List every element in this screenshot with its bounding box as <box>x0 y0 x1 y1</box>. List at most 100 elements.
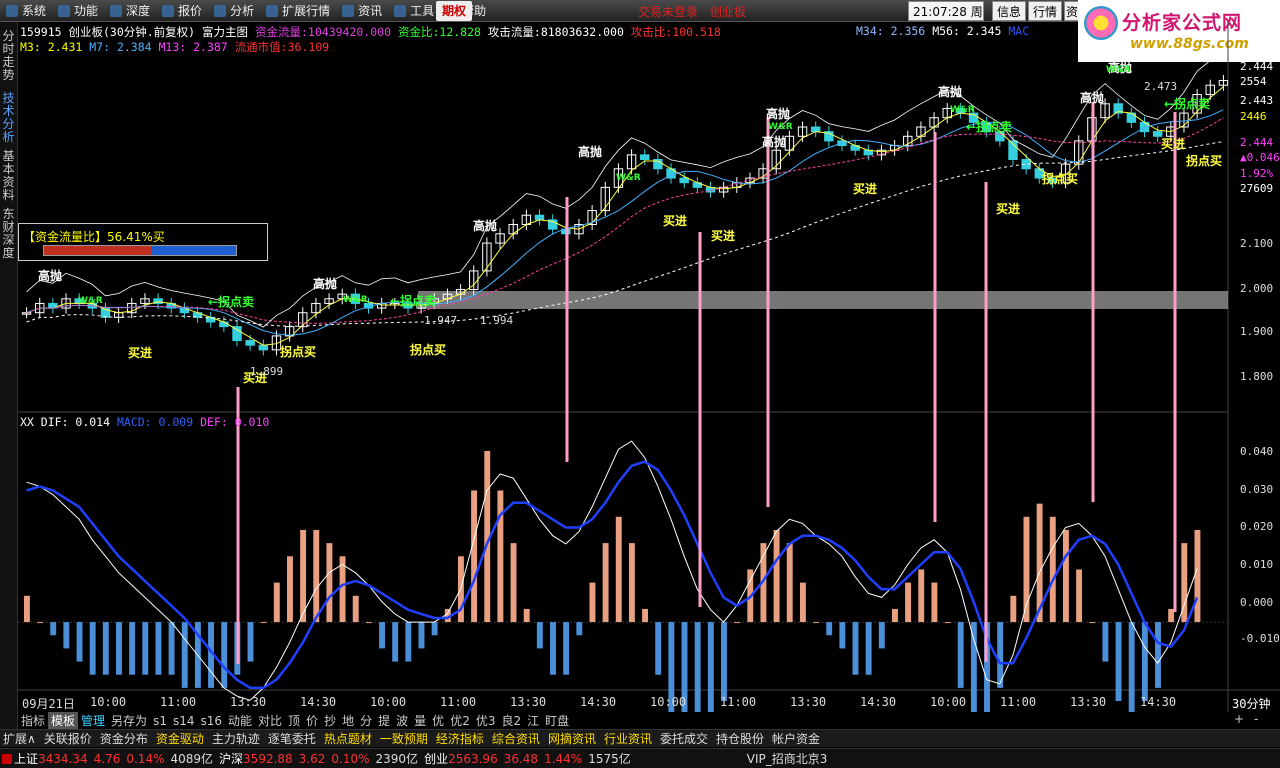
hs-label[interactable]: 沪深 <box>219 750 243 767</box>
zoom-in-button[interactable]: + <box>1234 712 1244 726</box>
trade-login-link[interactable]: 交易未登录 <box>638 3 698 20</box>
time-axis-tick: 10:00 <box>370 695 407 709</box>
indicator-tab-22[interactable]: 盯盘 <box>542 712 572 729</box>
gem-board-link[interactable]: 创业板 <box>710 3 746 20</box>
macd-histogram-bar <box>786 543 793 623</box>
macd-histogram-bar <box>313 529 320 623</box>
tab-deep[interactable]: 东财深度 <box>1 208 16 260</box>
indicator-tab-2[interactable]: 管理 <box>78 712 108 729</box>
indicator-tab-8[interactable]: 对比 <box>255 712 285 729</box>
time-axis-tick: 14:30 <box>300 695 337 709</box>
indicator-tab-0[interactable]: 指标 <box>18 712 48 729</box>
wr-label: W&R <box>616 173 641 183</box>
tab-fundamental[interactable]: 基本资料 <box>1 150 16 202</box>
indicator-tab-17[interactable]: 优 <box>429 712 447 729</box>
price-chart[interactable]: 高抛高抛高抛高抛高抛高抛高抛 高抛高抛买进买进买进买进买进买进买进←拐点卖 ←拐点卖… <box>18 22 1280 712</box>
indicator-tab-7[interactable]: 动能 <box>225 712 255 729</box>
function-tab-1[interactable]: 关联报价 <box>41 730 97 747</box>
menu-item-2[interactable]: 深度 <box>104 0 156 22</box>
menu-item-0[interactable]: 系统 <box>0 0 52 22</box>
options-button[interactable]: 期权 <box>436 1 472 21</box>
function-tab-13[interactable]: 持仓股份 <box>713 730 769 747</box>
function-tab-6[interactable]: 热点题材 <box>321 730 377 747</box>
menu-item-4[interactable]: 分析 <box>208 0 260 22</box>
quote-button[interactable]: 行情 <box>1028 1 1062 21</box>
function-tab-9[interactable]: 综合资讯 <box>489 730 545 747</box>
macd-histogram-bar <box>721 622 727 702</box>
left-tab-bar: 分时走势 技术分析 基本资料 东财深度 <box>0 22 18 730</box>
tab-technical[interactable]: 技术分析 <box>1 92 16 144</box>
function-tab-10[interactable]: 网摘资讯 <box>545 730 601 747</box>
function-tab-5[interactable]: 逐笔委托 <box>265 730 321 747</box>
zoom-out-button[interactable]: - <box>1254 712 1258 726</box>
indicator-tab-15[interactable]: 波 <box>393 712 411 729</box>
indicator-tab-5[interactable]: s14 <box>170 714 198 728</box>
high-sell-label: 高抛 <box>578 144 602 159</box>
indicator-tab-9[interactable]: 顶 <box>285 712 303 729</box>
menu-item-6[interactable]: 资讯 <box>336 0 388 22</box>
wr-label: W&R <box>1106 65 1131 75</box>
indicator-tab-1[interactable]: 模板 <box>48 712 79 729</box>
macd-histogram-bar <box>300 529 307 623</box>
indicator-tab-10[interactable]: 价 <box>303 712 321 729</box>
menu-item-5[interactable]: 扩展行情 <box>260 0 336 22</box>
indicator-tab-20[interactable]: 良2 <box>498 712 524 729</box>
period-label[interactable]: 30分钟 <box>1232 695 1270 712</box>
macd-axis-tick: 0.000 <box>1240 596 1274 609</box>
indicator-tab-21[interactable]: 江 <box>524 712 542 729</box>
resistance-band <box>418 291 1228 309</box>
function-tab-7[interactable]: 一致预期 <box>377 730 433 747</box>
high-sell-label: 高抛 <box>313 276 337 291</box>
macd-histogram-bar <box>129 622 136 675</box>
function-tab-11[interactable]: 行业资讯 <box>601 730 657 747</box>
cy-label[interactable]: 创业 <box>424 750 448 767</box>
time-axis-tick: 14:30 <box>1140 695 1177 709</box>
indicator-tab-16[interactable]: 量 <box>411 712 429 729</box>
server-name[interactable]: VIP_招商北京3 <box>747 750 828 767</box>
function-tab-14[interactable]: 帐户资金 <box>769 730 825 747</box>
menu-item-7[interactable]: 工具 <box>388 0 440 22</box>
macd-histogram-bar <box>931 582 938 623</box>
info-button[interactable]: 信息 <box>992 1 1026 21</box>
macd-histogram-bar <box>1049 516 1056 623</box>
indicator-tab-12[interactable]: 地 <box>339 712 357 729</box>
macd-histogram-bar <box>23 595 30 623</box>
indicator-tab-3[interactable]: 另存为 <box>108 712 150 729</box>
indicator-tab-14[interactable]: 提 <box>375 712 393 729</box>
function-tab-0[interactable]: 扩展∧ <box>0 730 41 747</box>
time-axis-tick: 09月21日 <box>22 697 75 711</box>
indicator-tab-18[interactable]: 优2 <box>447 712 473 729</box>
indicator-tab-6[interactable]: s16 <box>197 714 225 728</box>
macd-histogram-bar <box>944 622 951 624</box>
function-tab-8[interactable]: 经济指标 <box>433 730 489 747</box>
sh-label[interactable]: 上证 <box>14 750 38 767</box>
macd-histogram-bar <box>63 622 70 649</box>
sh-value: 3434.34 <box>38 751 88 766</box>
tab-intraday[interactable]: 分时走势 <box>1 30 16 82</box>
indicator-tab-19[interactable]: 优3 <box>473 712 499 729</box>
hs-amount: 2390亿 <box>375 752 419 766</box>
buy-label: 买进 <box>996 201 1020 216</box>
macd-histogram-bar <box>1115 622 1122 702</box>
function-tab-12[interactable]: 委托成交 <box>657 730 713 747</box>
function-tab-2[interactable]: 资金分布 <box>97 730 153 747</box>
macd-histogram-bar <box>602 543 609 623</box>
macd-histogram-bar <box>642 608 649 623</box>
indicator-tab-13[interactable]: 分 <box>357 712 375 729</box>
sh-pct: 0.14% <box>126 751 165 766</box>
menu-item-3[interactable]: 报价 <box>156 0 208 22</box>
macd-histogram-bar <box>286 556 293 623</box>
menu-item-1[interactable]: 功能 <box>52 0 104 22</box>
candle-body <box>1126 112 1137 123</box>
function-tab-3[interactable]: 资金驱动 <box>153 730 209 747</box>
indicator-tab-11[interactable]: 抄 <box>321 712 339 729</box>
indicator-tab-4[interactable]: s1 <box>150 714 170 728</box>
price-axis-tick: 1.800 <box>1240 370 1274 383</box>
function-tab-4[interactable]: 主力轨迹 <box>209 730 265 747</box>
price-axis-tick: 2.100 <box>1240 237 1274 250</box>
macd-histogram-bar <box>471 490 478 623</box>
macd-histogram-bar <box>1089 622 1096 624</box>
macd-dif-line <box>26 440 1198 701</box>
macd-histogram-bar <box>89 622 96 675</box>
macd-histogram-bar <box>536 622 543 649</box>
